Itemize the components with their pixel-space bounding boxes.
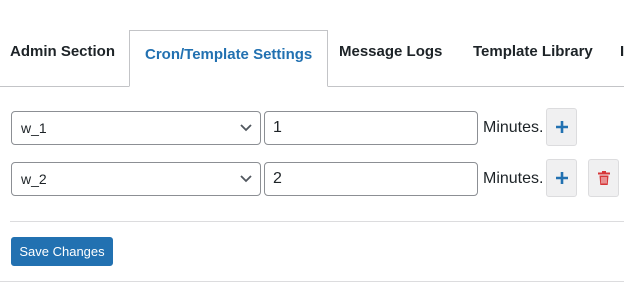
save-changes-button[interactable]: Save Changes — [11, 237, 113, 266]
interval-unit-label: Minutes. — [483, 119, 544, 136]
footer-divider — [0, 281, 624, 282]
interval-unit-label: Minutes. — [483, 170, 544, 187]
chevron-down-icon — [240, 175, 252, 183]
interval-input[interactable]: 2 — [264, 162, 478, 196]
plus-icon — [556, 172, 568, 184]
add-row-button[interactable] — [546, 108, 577, 146]
plus-icon — [556, 121, 568, 133]
interval-input[interactable]: 1 — [264, 111, 478, 145]
chevron-down-icon — [240, 124, 252, 132]
tab-overflow[interactable]: I — [620, 30, 624, 86]
template-select-value: w_1 — [21, 120, 47, 136]
settings-tab-bar: Admin Section Cron/Template Settings Mes… — [0, 0, 624, 87]
cron-row: w_1 1 Minutes. — [0, 108, 624, 146]
trash-icon — [598, 171, 610, 185]
template-select[interactable]: w_1 — [11, 111, 261, 145]
tab-message-logs[interactable]: Message Logs — [339, 30, 442, 86]
tab-cron-template-settings[interactable]: Cron/Template Settings — [129, 30, 329, 87]
tab-template-library[interactable]: Template Library — [473, 30, 593, 86]
template-select[interactable]: w_2 — [11, 162, 261, 196]
section-divider — [10, 221, 624, 222]
delete-row-button[interactable] — [588, 159, 619, 197]
cron-row: w_2 2 Minutes. — [0, 159, 624, 197]
tab-admin-section[interactable]: Admin Section — [10, 30, 115, 86]
add-row-button[interactable] — [546, 159, 577, 197]
template-select-value: w_2 — [21, 171, 47, 187]
